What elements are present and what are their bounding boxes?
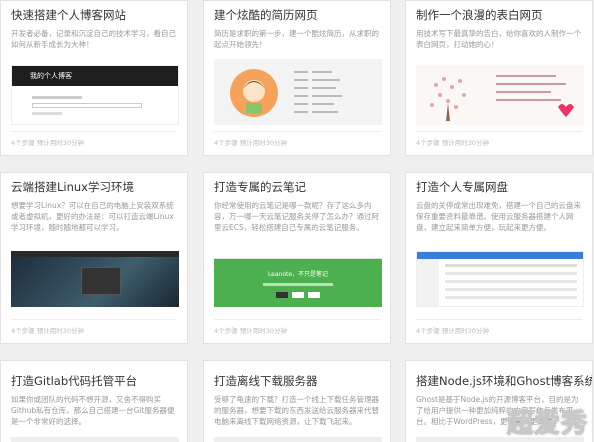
card-offline-download[interactable]: 打造离线下载服务器 受够了龟速的下载？打造一个线上下载任务管理器的服务器，想要下… [203, 360, 391, 442]
blog-thumbnail: 我的个人博客 [11, 65, 179, 125]
card-meta: 4个步骤 预计用时30分钟 [416, 327, 489, 335]
card-desc: 如果你或团队的代码不想开源，又舍不得购买Github私有仓库，那么自己搭建一台G… [11, 395, 175, 426]
card-title[interactable]: 云端搭建Linux学习环境 [11, 179, 187, 195]
card-title[interactable]: 打造专属的云笔记 [214, 179, 390, 195]
gitlab-thumbnail [11, 437, 179, 442]
card-resume[interactable]: 建个炫酷的简历网页 简历是求职的第一步，建一个酷炫简历，从求职的起点开始领先！ … [203, 0, 391, 156]
download-thumbnail [214, 437, 382, 442]
card-title[interactable]: 搭建Node.js环境和Ghost博客系统 [416, 373, 592, 389]
card-title[interactable]: 打造个人专属网盘 [416, 179, 592, 195]
card-desc: 受够了龟速的下载？打造一个线上下载任务管理器的服务器，想要下载的东西发送给云服务… [214, 395, 379, 426]
separator [416, 131, 582, 132]
separator [11, 319, 177, 320]
card-desc: 用技术写下最真挚的告白，给你喜欢的人制作一个表白网页，打动她的心！ [416, 29, 581, 49]
card-gitlab[interactable]: 打造Gitlab代码托管平台 如果你或团队的代码不想开源，又舍不得购买Githu… [0, 360, 188, 442]
card-love-page[interactable]: 制作一个浪漫的表白网页 用技术写下最真挚的告白，给你喜欢的人制作一个表白网页，打… [405, 0, 593, 156]
card-title[interactable]: 快速搭建个人博客网站 [11, 7, 187, 23]
thumb-blog-title: 我的个人博客 [30, 72, 72, 80]
card-blog[interactable]: 快速搭建个人博客网站 开发者必备，记录和沉淀自己的技术学习，看自己如何从新手成长… [0, 0, 188, 156]
card-meta: 4个步骤 预计用时30分钟 [416, 139, 489, 147]
card-title[interactable]: 建个炫酷的简历网页 [214, 7, 390, 23]
resume-thumbnail [214, 59, 382, 125]
card-desc: 你经常使用的云笔记是哪一款呢？存了这么多内容，万一哪一天云笔记服务关停了怎么办？… [214, 201, 379, 232]
card-cloud-note[interactable]: 打造专属的云笔记 你经常使用的云笔记是哪一款呢？存了这么多内容，万一哪一天云笔记… [203, 172, 391, 344]
card-linux[interactable]: 云端搭建Linux学习环境 想要学习Linux？可以在自己的电脑上安装双系统或者… [0, 172, 188, 344]
card-title[interactable]: 制作一个浪漫的表白网页 [416, 7, 592, 23]
linux-thumbnail [11, 251, 179, 307]
separator [214, 319, 380, 320]
card-title[interactable]: 打造Gitlab代码托管平台 [11, 373, 187, 389]
avatar-illustration [230, 69, 342, 117]
card-meta: 4个步骤 预计用时30分钟 [11, 139, 84, 147]
love-thumbnail [416, 65, 584, 125]
card-desc: 云盘的关停成常出现难免，搭建一个自己的云盘来保存重要资料最靠谱。使用云服务器搭建… [416, 201, 581, 232]
card-meta: 4个步骤 预计用时30分钟 [214, 327, 287, 335]
tutorial-grid: 快速搭建个人博客网站 开发者必备，记录和沉淀自己的技术学习，看自己如何从新手成长… [0, 0, 594, 442]
card-meta: 4个步骤 预计用时30分钟 [11, 327, 84, 335]
card-meta: 4个步骤 预计用时30分钟 [214, 139, 287, 147]
card-desc: 开发者必备，记录和沉淀自己的技术学习，看自己如何从新手成长为大神！ [11, 29, 176, 49]
watermark-logo: 超爱秀 [506, 409, 588, 440]
separator [11, 131, 177, 132]
leanote-thumbnail: Leanote，不只是笔记 [214, 251, 382, 307]
card-title[interactable]: 打造离线下载服务器 [214, 373, 390, 389]
separator [416, 319, 582, 320]
card-netdisk[interactable]: 打造个人专属网盘 云盘的关停成常出现难免，搭建一个自己的云盘来保存重要资料最靠谱… [405, 172, 593, 344]
separator [214, 131, 380, 132]
thumb-leanote-tagline: Leanote，不只是笔记 [267, 271, 329, 278]
heart-tree-illustration [430, 75, 574, 121]
card-desc: 简历是求职的第一步，建一个酷炫简历，从求职的起点开始领先！ [214, 29, 379, 49]
netdisk-thumbnail [416, 251, 584, 307]
card-desc: 想要学习Linux？可以在自己的电脑上安装双系统或者虚拟机，更好的办法是：可以打… [11, 201, 174, 232]
